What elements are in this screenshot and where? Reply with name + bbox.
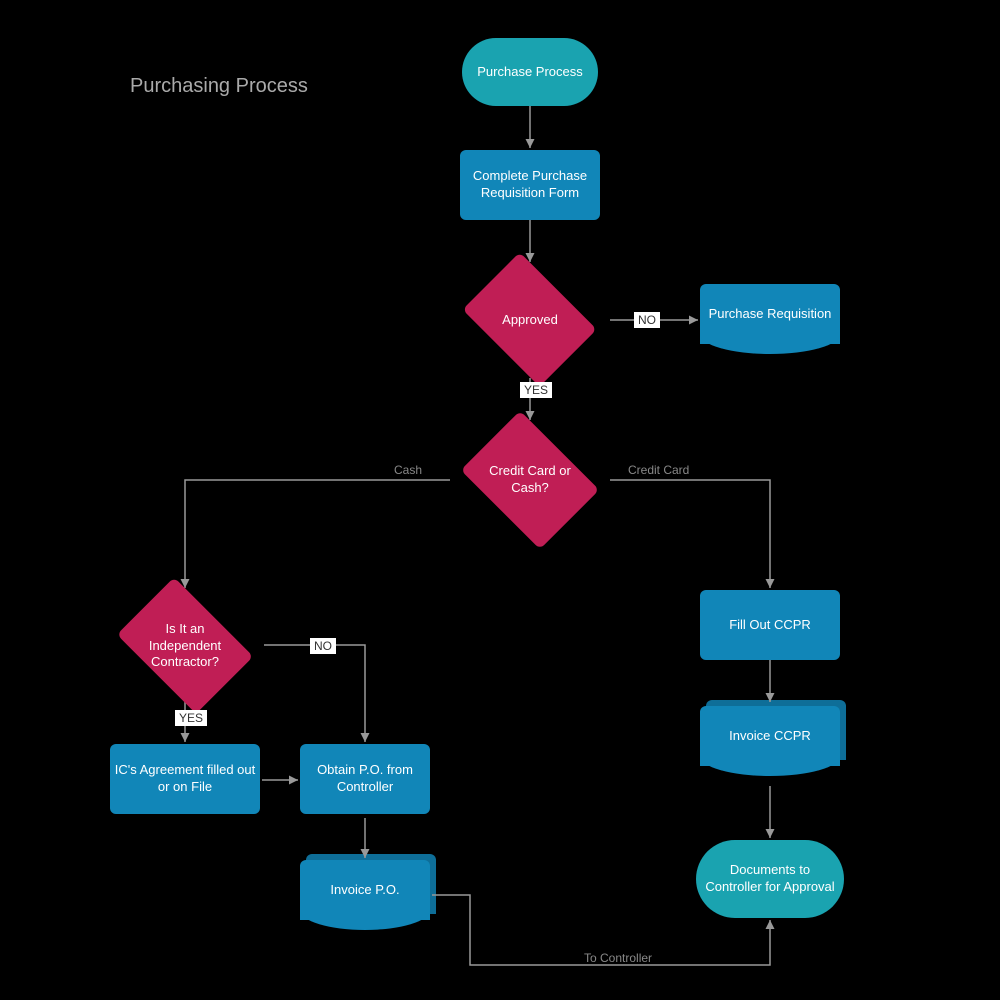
node-start: Purchase Process [462,38,598,106]
edge-label-credit-card: Credit Card [624,462,693,478]
node-purchase-requisition: Purchase Requisition [700,284,840,344]
node-ic-agreement: IC's Agreement filled out or on File [110,744,260,814]
node-purchase-requisition-label: Purchase Requisition [709,306,832,323]
node-complete-form: Complete Purchase Requisition Form [460,150,600,220]
node-independent-contractor-label: Is It an Independent Contractor? [139,621,230,672]
node-docs-controller-label: Documents to Controller for Approval [700,862,840,896]
node-start-label: Purchase Process [477,64,583,81]
node-invoice-ccpr-label: Invoice CCPR [729,728,811,745]
node-fill-ccpr: Fill Out CCPR [700,590,840,660]
node-credit-or-cash: Credit Card or Cash? [450,420,610,540]
node-obtain-po: Obtain P.O. from Controller [300,744,430,814]
node-invoice-ccpr: Invoice CCPR [700,706,840,766]
edge-label-no-2: NO [310,638,336,654]
node-complete-form-label: Complete Purchase Requisition Form [464,168,596,202]
node-docs-controller: Documents to Controller for Approval [696,840,844,918]
node-invoice-po: Invoice P.O. [300,860,430,920]
node-independent-contractor: Is It an Independent Contractor? [105,588,265,704]
edge-label-yes-1: YES [520,382,552,398]
node-approved: Approved [452,262,608,378]
diagram-title: Purchasing Process [130,75,308,98]
node-ic-agreement-label: IC's Agreement filled out or on File [114,762,256,796]
edge-label-cash: Cash [390,462,426,478]
edge-label-yes-2: YES [175,710,207,726]
edge-label-to-controller: To Controller [580,950,656,966]
node-obtain-po-label: Obtain P.O. from Controller [304,762,426,796]
edge-label-no-1: NO [634,312,660,328]
node-credit-or-cash-label: Credit Card or Cash? [484,463,575,497]
node-invoice-po-label: Invoice P.O. [330,882,399,899]
node-approved-label: Approved [486,312,575,329]
node-fill-ccpr-label: Fill Out CCPR [729,617,811,634]
